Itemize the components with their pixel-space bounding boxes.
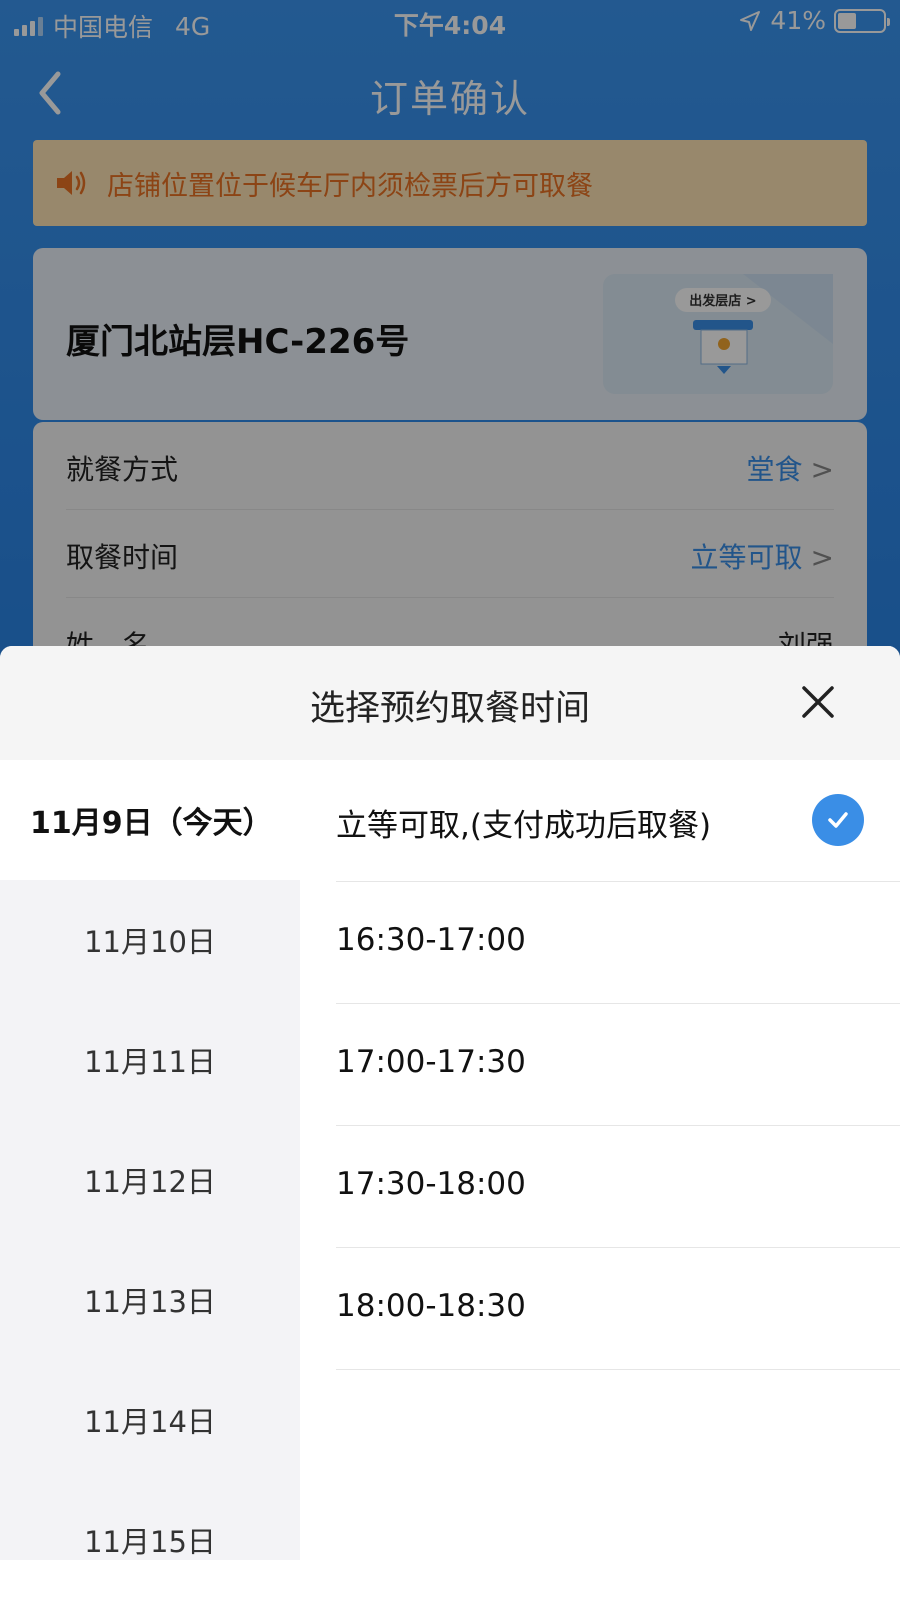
- date-list: 11月9日（今天） 11月10日 11月11日 11月12日 11月13日 11…: [0, 760, 300, 1560]
- time-slot[interactable]: 17:30-18:00: [336, 1126, 900, 1248]
- time-slot-label: 17:00-17:30: [336, 1044, 526, 1080]
- sheet-header: 选择预约取餐时间: [0, 646, 900, 760]
- time-slot-label: 18:00-18:30: [336, 1288, 526, 1324]
- time-slot-label: 立等可取,(支付成功后取餐): [336, 808, 712, 844]
- date-item[interactable]: 11月14日: [0, 1360, 300, 1480]
- date-item[interactable]: 11月10日: [0, 880, 300, 1000]
- time-slot-label: 17:30-18:00: [336, 1166, 526, 1202]
- time-slot-label: 16:30-17:00: [336, 922, 526, 958]
- time-slot[interactable]: 18:00-18:30: [336, 1248, 900, 1370]
- date-item[interactable]: 11月13日: [0, 1240, 300, 1360]
- close-icon: [802, 686, 834, 718]
- date-item[interactable]: 11月11日: [0, 1000, 300, 1120]
- date-item[interactable]: 11月12日: [0, 1120, 300, 1240]
- time-slot-immediate[interactable]: 立等可取,(支付成功后取餐): [336, 760, 900, 882]
- pickup-time-sheet: 选择预约取餐时间 11月9日（今天） 11月10日 11月11日 11月12日 …: [0, 646, 900, 1600]
- close-button[interactable]: [798, 682, 838, 722]
- time-slot[interactable]: 17:00-17:30: [336, 1004, 900, 1126]
- date-item[interactable]: 11月15日: [0, 1480, 300, 1600]
- sheet-title: 选择预约取餐时间: [309, 689, 590, 729]
- check-icon: [812, 794, 864, 846]
- time-slot[interactable]: 16:30-17:00: [336, 882, 900, 1004]
- date-item[interactable]: 11月9日（今天）: [0, 760, 300, 880]
